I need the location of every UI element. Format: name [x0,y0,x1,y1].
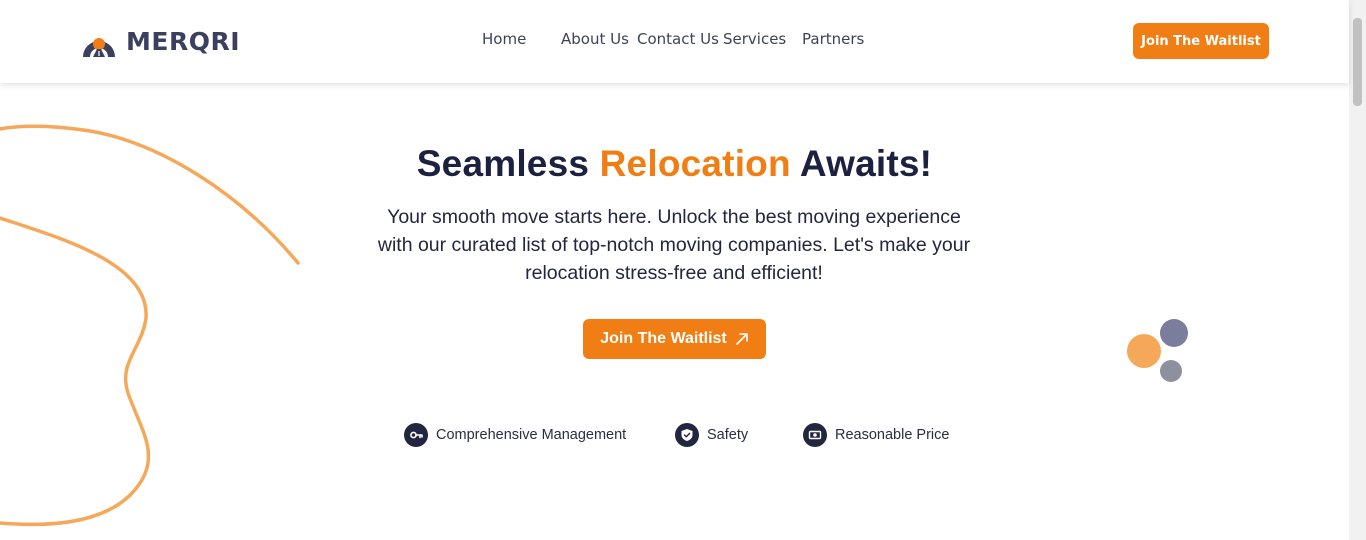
money-icon [803,423,827,447]
feature-comprehensive-management: Comprehensive Management [404,423,626,447]
hero-title-part2: Awaits! [799,143,933,184]
logo[interactable]: MERQRI [80,24,240,58]
feature-reasonable-price: Reasonable Price [803,423,949,447]
site-header: MERQRI Home About Us Contact Us Services… [0,0,1349,83]
brand-name: MERQRI [126,26,241,56]
nav-services[interactable]: Services [723,30,786,48]
logo-mark-icon [83,38,115,57]
hero-subtitle: Your smooth move starts here. Unlock the… [377,206,971,284]
hero-cta-label: Join The Waitlist [600,330,727,347]
nav-home[interactable]: Home [482,30,526,48]
feature-safety: Safety [675,423,748,447]
decor-dot-orange [1127,334,1161,368]
decor-dot-gray [1160,360,1182,382]
shield-icon [675,423,699,447]
decorative-dots [1127,319,1188,382]
hero-join-waitlist-button[interactable]: Join The Waitlist [583,319,766,359]
feature-label: Reasonable Price [835,427,950,443]
nav-partners[interactable]: Partners [802,30,864,48]
scrollbar-thumb[interactable] [1353,18,1362,106]
hero-title-part1: Seamless [416,143,590,184]
decor-dot-purple [1160,319,1188,347]
nav-contact-us[interactable]: Contact Us [637,30,719,48]
feature-label: Comprehensive Management [436,427,627,443]
hero-title-accent: Relocation [599,143,791,184]
nav-about-us[interactable]: About Us [561,30,629,48]
key-icon [404,423,428,447]
arrow-up-right-icon [735,333,748,345]
page-scrollbar[interactable] [1349,0,1366,540]
hero-title: Seamless Relocation Awaits! [0,143,1349,185]
header-join-waitlist-button[interactable]: Join The Waitlist [1133,23,1269,59]
feature-label: Safety [707,427,749,443]
